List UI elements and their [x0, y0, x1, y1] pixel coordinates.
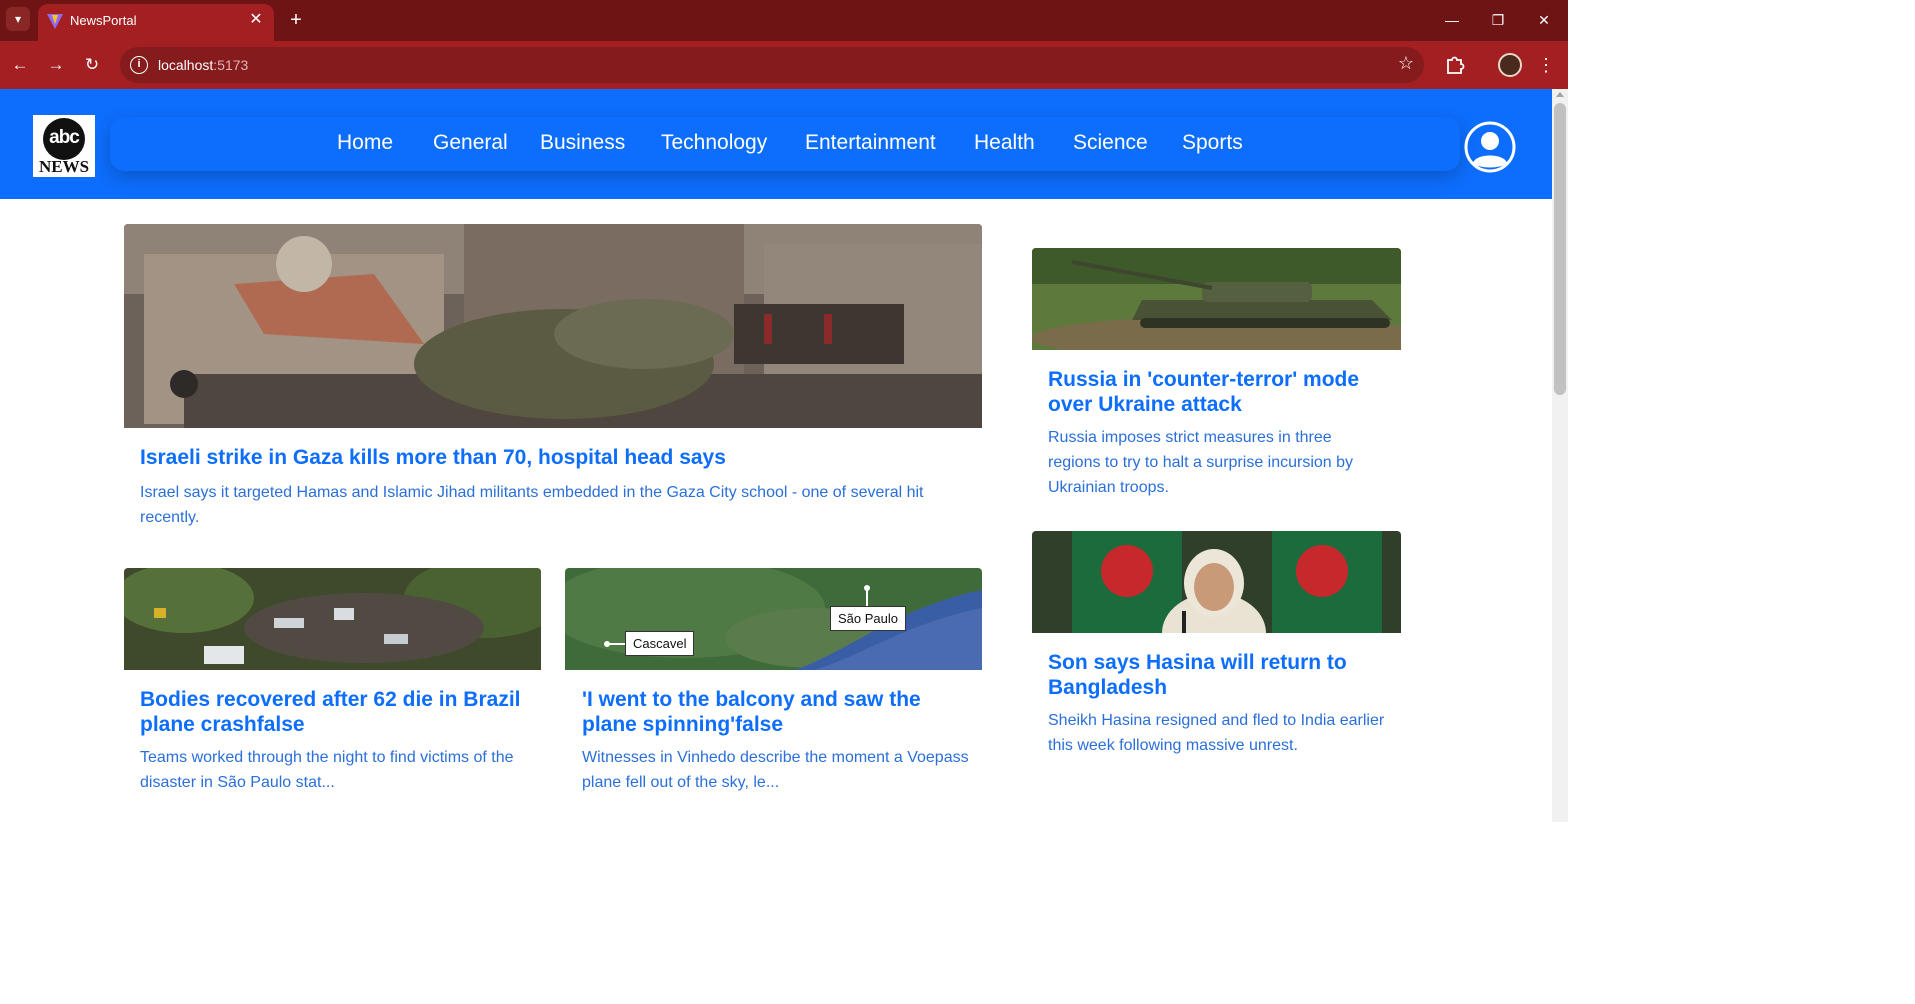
nav-entertainment[interactable]: Entertainment — [805, 131, 936, 155]
hero-article-description: Israel says it targeted Hamas and Islami… — [140, 484, 924, 526]
url-host: localhost — [158, 57, 214, 73]
hasina-image[interactable] — [1032, 531, 1401, 633]
address-bar[interactable]: i localhost:5173 ☆ — [120, 47, 1424, 83]
side-article-card-russia[interactable]: Russia in 'counter-terror' mode over Ukr… — [1032, 248, 1401, 498]
side-article-description: Sheikh Hasina resigned and fled to India… — [1048, 712, 1385, 754]
article-title[interactable]: 'I went to the balcony and saw the plane… — [582, 687, 977, 737]
site-header: abc NEWS Home General Business Technolog… — [0, 89, 1552, 199]
reload-icon[interactable]: ↻ — [80, 53, 104, 77]
forward-arrow-icon[interactable]: → — [44, 53, 68, 77]
nav-sports[interactable]: Sports — [1182, 131, 1243, 155]
side-article-title[interactable]: Son says Hasina will return to Banglades… — [1048, 650, 1393, 700]
hero-article-title[interactable]: Israeli strike in Gaza kills more than 7… — [140, 445, 960, 470]
logo-mark: abc — [43, 118, 85, 160]
bookmark-star-icon[interactable]: ☆ — [1398, 53, 1414, 74]
article-card-brazil-crash[interactable]: Bodies recovered after 62 die in Brazil … — [124, 568, 541, 808]
nav-general[interactable]: General — [433, 131, 508, 155]
browser-menu-icon[interactable]: ⋮ — [1536, 53, 1556, 77]
back-arrow-icon[interactable]: ← — [8, 53, 32, 77]
user-account-icon[interactable] — [1464, 121, 1516, 173]
url-text[interactable]: localhost:5173 — [158, 57, 248, 73]
map-label-cascavel: Cascavel — [625, 631, 695, 656]
article-description: Witnesses in Vinhedo describe the moment… — [582, 749, 969, 791]
map-image[interactable]: São Paulo Cascavel — [565, 568, 982, 670]
scroll-up-arrow-icon[interactable] — [1556, 92, 1564, 97]
url-port: :5173 — [213, 57, 249, 73]
restore-icon[interactable]: ❐ — [1486, 8, 1510, 32]
nav-business[interactable]: Business — [540, 131, 625, 155]
side-article-description: Russia imposes strict measures in three … — [1048, 429, 1354, 496]
nav-home[interactable]: Home — [337, 131, 393, 155]
vite-favicon-icon — [47, 14, 63, 29]
side-article-title[interactable]: Russia in 'counter-terror' mode over Ukr… — [1048, 367, 1393, 417]
article-description: Teams worked through the night to find v… — [140, 749, 514, 791]
article-title[interactable]: Bodies recovered after 62 die in Brazil … — [140, 687, 530, 737]
nav-technology[interactable]: Technology — [661, 131, 767, 155]
page-scrollbar[interactable] — [1552, 89, 1568, 822]
browser-tab-bar: ▾ NewsPortal ✕ + — ❐ ✕ — [0, 0, 1568, 41]
extensions-puzzle-icon[interactable] — [1444, 53, 1466, 75]
category-navbar: Home General Business Technology Enterta… — [110, 117, 1460, 171]
tab-title: NewsPortal — [70, 13, 137, 28]
hero-article-image[interactable] — [124, 224, 982, 428]
nav-health[interactable]: Health — [974, 131, 1035, 155]
scrollbar-thumb[interactable] — [1554, 103, 1566, 395]
site-info-icon[interactable]: i — [130, 56, 148, 74]
abc-news-logo[interactable]: abc NEWS — [33, 115, 95, 177]
map-label-sao-paulo: São Paulo — [830, 606, 906, 631]
minimize-icon[interactable]: — — [1440, 8, 1464, 32]
plane-crash-image[interactable] — [124, 568, 541, 670]
tab-search-chevron-icon[interactable]: ▾ — [6, 7, 30, 31]
window-close-icon[interactable]: ✕ — [1532, 8, 1556, 32]
tab-close-icon[interactable]: ✕ — [246, 10, 266, 30]
logo-text: NEWS — [38, 157, 90, 176]
hero-article-card[interactable]: Israeli strike in Gaza kills more than 7… — [124, 224, 982, 544]
article-card-balcony[interactable]: São Paulo Cascavel 'I went to the balcon… — [565, 568, 982, 808]
nav-science[interactable]: Science — [1073, 131, 1148, 155]
profile-avatar[interactable] — [1498, 53, 1522, 77]
page-viewport: abc NEWS Home General Business Technolog… — [0, 89, 1552, 822]
new-tab-button[interactable]: + — [284, 8, 308, 32]
side-article-card-hasina[interactable]: Son says Hasina will return to Banglades… — [1032, 531, 1401, 781]
tank-image[interactable] — [1032, 248, 1401, 350]
browser-tab[interactable]: NewsPortal ✕ — [38, 4, 274, 41]
browser-toolbar: ← → ↻ i localhost:5173 ☆ ⋮ — [0, 41, 1568, 89]
